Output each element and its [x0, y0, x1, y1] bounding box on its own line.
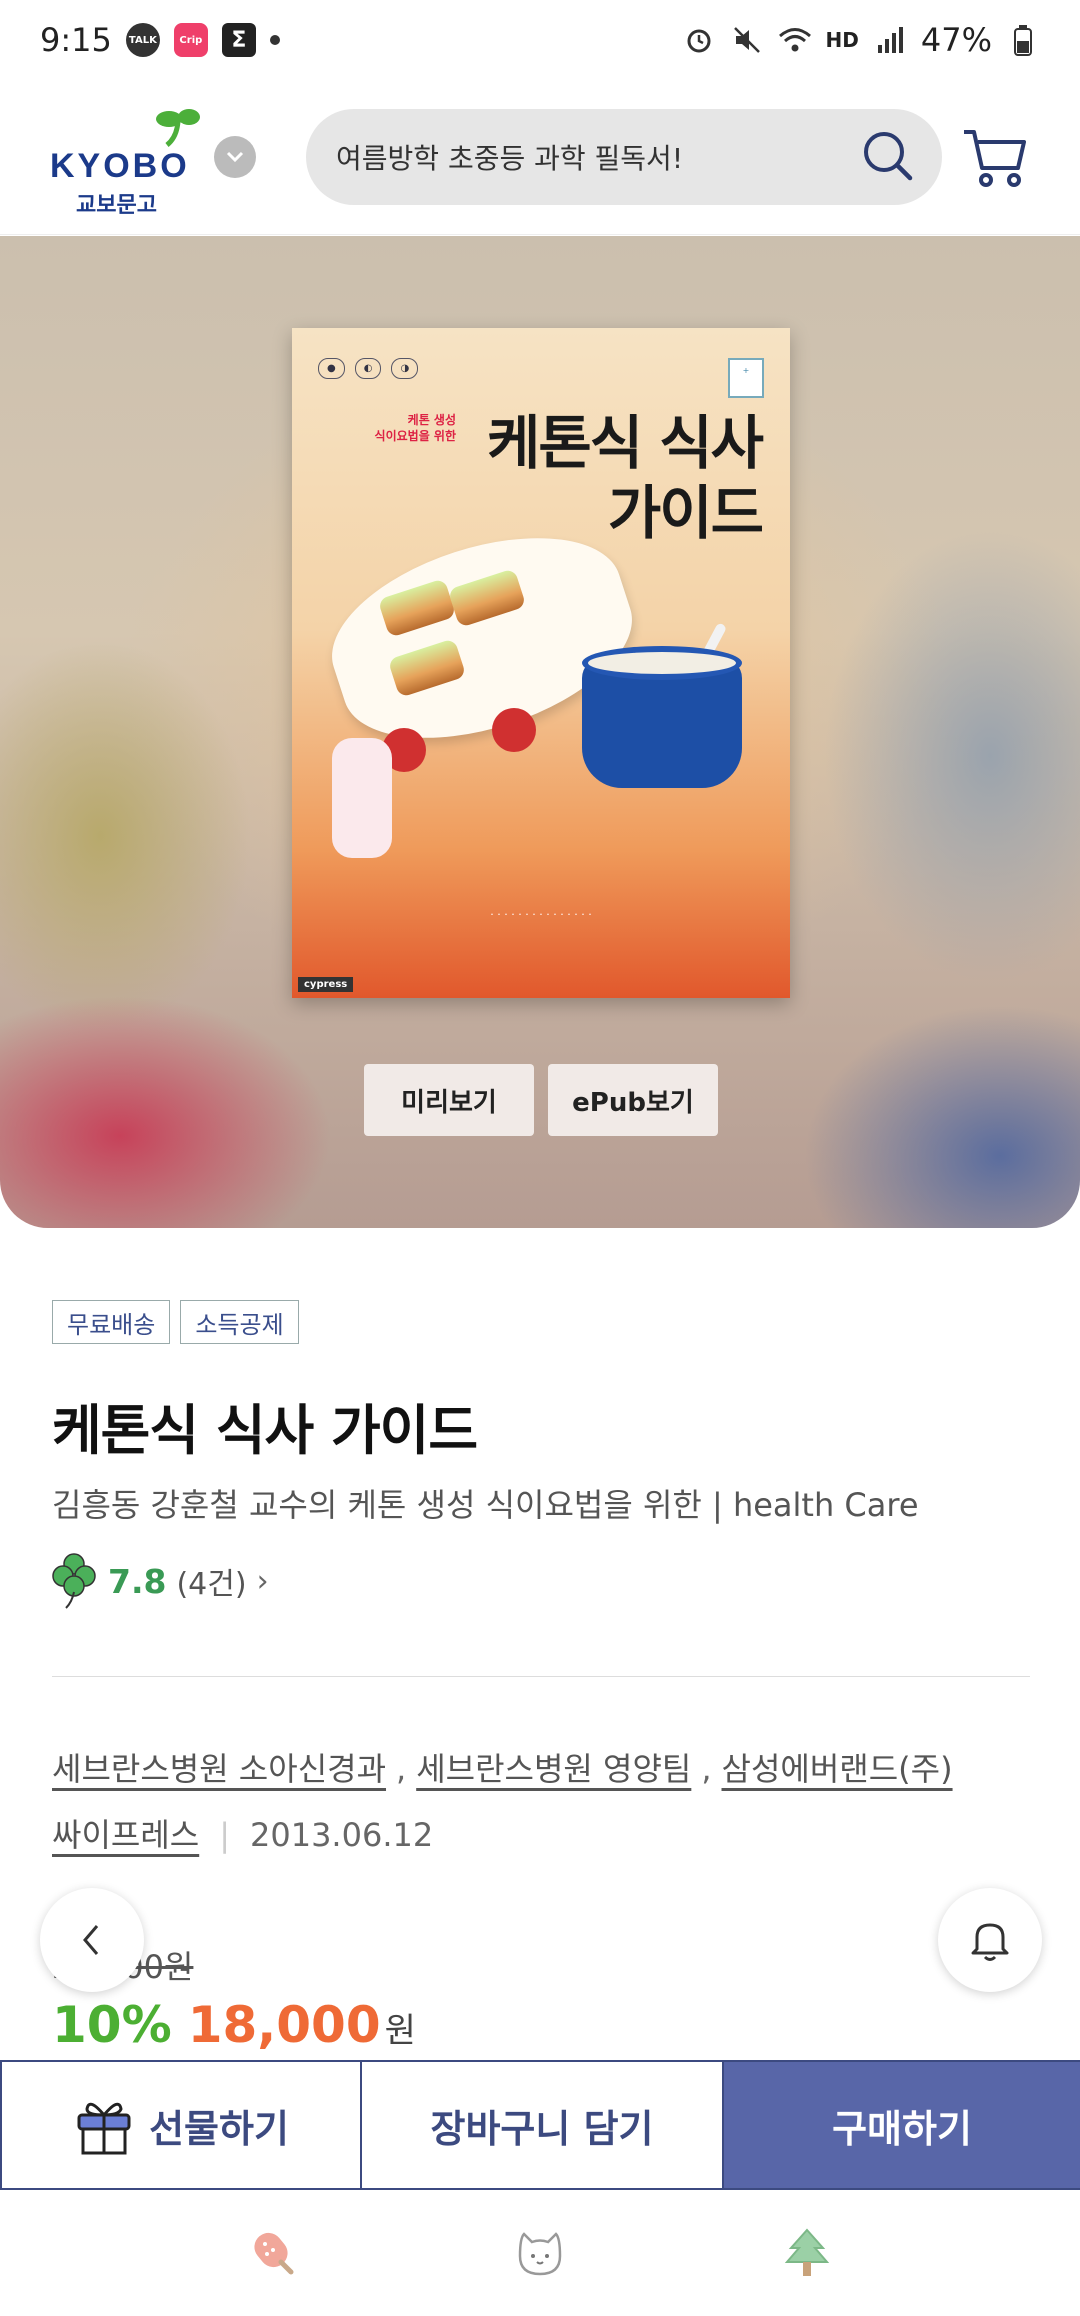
battery-icon — [1006, 23, 1040, 57]
back-button[interactable] — [40, 1888, 144, 1992]
cover-toy-illustration — [332, 738, 392, 858]
author-link[interactable]: 삼성에버랜드(주) — [722, 1750, 953, 1788]
book-hero: ● ◐ ◑ + 케톤 생성 식이요법을 위한 케톤식 식사 가이드 · · · · … — [0, 236, 1080, 1228]
buy-button[interactable]: 구매하기 — [724, 2062, 1080, 2188]
sigma-app-icon: Σ — [221, 23, 256, 57]
bell-icon — [971, 1923, 1009, 1961]
tree-icon[interactable] — [775, 2222, 839, 2286]
search-input[interactable] — [336, 140, 858, 174]
chevron-left-icon — [83, 1925, 99, 1955]
author-link[interactable]: 세브란스병원 소아신경과 — [52, 1750, 386, 1788]
popsicle-icon[interactable] — [241, 2222, 305, 2286]
book-cover-image[interactable]: ● ◐ ◑ + 케톤 생성 식이요법을 위한 케톤식 식사 가이드 · · · · … — [292, 328, 790, 998]
notification-dot-icon — [269, 35, 280, 45]
publish-date: 2013.06.12 — [249, 1816, 434, 1854]
search-icon[interactable] — [858, 126, 916, 188]
cover-logos: ● ◐ ◑ — [318, 358, 419, 379]
cat-face-icon[interactable] — [508, 2222, 572, 2286]
battery-percent: 47% — [920, 21, 992, 59]
cover-title: 케톤식 식사 가이드 — [487, 409, 764, 547]
cover-care-badge: + — [728, 358, 764, 398]
product-subtitle: 김흥동 강훈철 교수의 케톤 생성 식이요법을 위한 | health Care — [52, 1486, 919, 1524]
sprout-icon — [156, 109, 200, 147]
cart-icon[interactable] — [960, 122, 1030, 192]
price-unit: 원 — [384, 2011, 416, 2051]
author-link[interactable]: 세브란스병원 영양팀 — [416, 1750, 691, 1788]
gift-label: 선물하기 — [149, 2106, 289, 2151]
author-publisher-info: 세브란스병원 소아신경과, 세브란스병원 영양팀, 삼성에버랜드(주) 싸이프레스 |… — [52, 1750, 953, 1854]
purchase-action-bar: 선물하기 장바구니 담기 구매하기 — [0, 2060, 1080, 2190]
chevron-down-icon[interactable] — [214, 136, 256, 178]
alarm-icon — [682, 23, 716, 57]
chevron-right-icon: › — [256, 1563, 269, 1599]
add-to-cart-button[interactable]: 장바구니 담기 — [362, 2062, 724, 2188]
rating-summary[interactable]: 7.8 (4건) › — [52, 1552, 269, 1610]
logo-text-korean: 교보문고 — [76, 193, 157, 218]
wifi-icon — [778, 23, 812, 57]
cover-wheel-illustration — [492, 708, 536, 752]
gift-icon — [77, 2102, 131, 2155]
product-title: 케톤식 식사 가이드 — [52, 1399, 478, 1462]
logo-text: KYOBO — [50, 147, 190, 185]
notification-button[interactable] — [938, 1888, 1042, 1992]
search-bar[interactable] — [306, 109, 942, 205]
divider — [52, 1676, 1030, 1677]
product-tags: 무료배송 소득공제 — [52, 1300, 299, 1344]
tax-deduction-tag: 소득공제 — [180, 1300, 299, 1344]
status-bar: 9:15 TALK Crip Σ HD 47% — [0, 0, 1080, 80]
discount-rate: 10% — [52, 1996, 172, 2054]
cover-cup-rim-illustration — [582, 646, 742, 680]
gift-button[interactable]: 선물하기 — [0, 2062, 362, 2188]
epub-view-button[interactable]: ePub보기 — [548, 1064, 718, 1136]
cover-caption: · · · · · · · · · · · · · · · — [490, 908, 592, 921]
signal-icon — [873, 23, 907, 57]
rating-score: 7.8 — [108, 1561, 167, 1601]
clover-icon — [52, 1553, 96, 1609]
sale-price: 10% 18,000 원 — [52, 1996, 416, 2054]
kakaotalk-icon: TALK — [125, 23, 160, 57]
price-amount: 18,000 — [187, 1996, 381, 2054]
free-shipping-tag: 무료배송 — [52, 1300, 171, 1344]
preview-button[interactable]: 미리보기 — [364, 1064, 534, 1136]
bottom-navigation — [0, 2192, 1080, 2316]
crip-app-icon: Crip — [173, 23, 208, 57]
publisher-link[interactable]: 싸이프레스 — [52, 1816, 199, 1854]
cover-publisher-mark: cypress — [298, 977, 354, 992]
status-time: 9:15 — [40, 21, 112, 59]
mute-icon — [730, 23, 764, 57]
hd-voice-label: HD — [825, 28, 859, 52]
app-header: KYOBO 교보문고 — [0, 80, 1080, 235]
kyobo-logo[interactable]: KYOBO 교보문고 — [50, 97, 210, 218]
rating-count: (4건) — [176, 1567, 247, 1602]
